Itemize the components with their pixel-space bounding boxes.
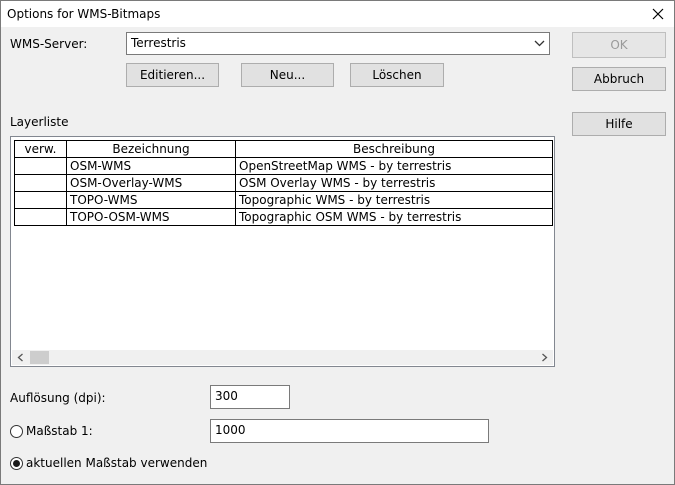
layer-name-cell: TOPO-OSM-WMS [66, 208, 236, 226]
delete-button[interactable]: Löschen [350, 63, 444, 87]
help-button[interactable]: Hilfe [572, 112, 666, 136]
table-header-row: verw. Bezeichnung Beschreibung [14, 140, 553, 158]
wms-server-label: WMS-Server: [10, 37, 88, 51]
table-row[interactable]: TOPO-WMS Topographic WMS - by terrestris [14, 191, 553, 209]
current-scale-radio[interactable] [10, 457, 23, 470]
chevron-right-icon[interactable] [536, 350, 553, 365]
table-row[interactable]: TOPO-OSM-WMS Topographic OSM WMS - by te… [14, 208, 553, 226]
layer-used-cell[interactable] [14, 208, 67, 226]
current-scale-label: aktuellen Maßstab verwenden [26, 456, 208, 470]
scale-radio[interactable] [10, 425, 23, 438]
window-title: Options for WMS-Bitmaps [7, 7, 161, 21]
resolution-input[interactable]: 300 [210, 385, 290, 409]
layer-name-cell: OSM-WMS [66, 157, 236, 175]
edit-button[interactable]: Editieren... [126, 63, 219, 87]
layer-table: verw. Bezeichnung Beschreibung OSM-WMS O… [14, 140, 553, 226]
cancel-button[interactable]: Abbruch [572, 67, 666, 91]
wms-server-value: Terrestris [131, 36, 186, 50]
layer-name-cell: TOPO-WMS [66, 191, 236, 209]
layer-description-cell: Topographic WMS - by terrestris [235, 191, 553, 209]
table-row[interactable]: OSM-Overlay-WMS OSM Overlay WMS - by ter… [14, 174, 553, 192]
chevron-left-icon[interactable] [12, 350, 29, 365]
layer-used-cell[interactable] [14, 174, 67, 192]
layer-name-cell: OSM-Overlay-WMS [66, 174, 236, 192]
column-header-used[interactable]: verw. [14, 140, 67, 158]
layer-description-cell: OSM Overlay WMS - by terrestris [235, 174, 553, 192]
layer-used-cell[interactable] [14, 157, 67, 175]
layer-description-cell: Topographic OSM WMS - by terrestris [235, 208, 553, 226]
horizontal-scrollbar[interactable] [12, 350, 553, 365]
scrollbar-thumb[interactable] [30, 351, 49, 364]
resolution-label: Auflösung (dpi): [10, 391, 106, 405]
title-bar: Options for WMS-Bitmaps [1, 1, 674, 27]
table-row[interactable]: OSM-WMS OpenStreetMap WMS - by terrestri… [14, 157, 553, 175]
new-button[interactable]: Neu... [241, 63, 334, 87]
column-header-name[interactable]: Bezeichnung [66, 140, 236, 158]
scale-label: Maßstab 1: [26, 424, 93, 438]
chevron-down-icon [534, 38, 545, 52]
layer-description-cell: OpenStreetMap WMS - by terrestris [235, 157, 553, 175]
layer-used-cell[interactable] [14, 191, 67, 209]
column-header-description[interactable]: Beschreibung [235, 140, 553, 158]
ok-button[interactable]: OK [572, 32, 666, 58]
layer-list[interactable]: verw. Bezeichnung Beschreibung OSM-WMS O… [10, 136, 555, 367]
scale-input[interactable]: 1000 [210, 419, 489, 443]
wms-server-select[interactable]: Terrestris [126, 32, 550, 55]
radio-selected-dot [13, 460, 20, 467]
layer-list-label: Layerliste [10, 115, 69, 129]
wms-options-dialog: Options for WMS-Bitmaps WMS-Server: Terr… [0, 0, 675, 485]
close-icon[interactable] [645, 4, 671, 24]
